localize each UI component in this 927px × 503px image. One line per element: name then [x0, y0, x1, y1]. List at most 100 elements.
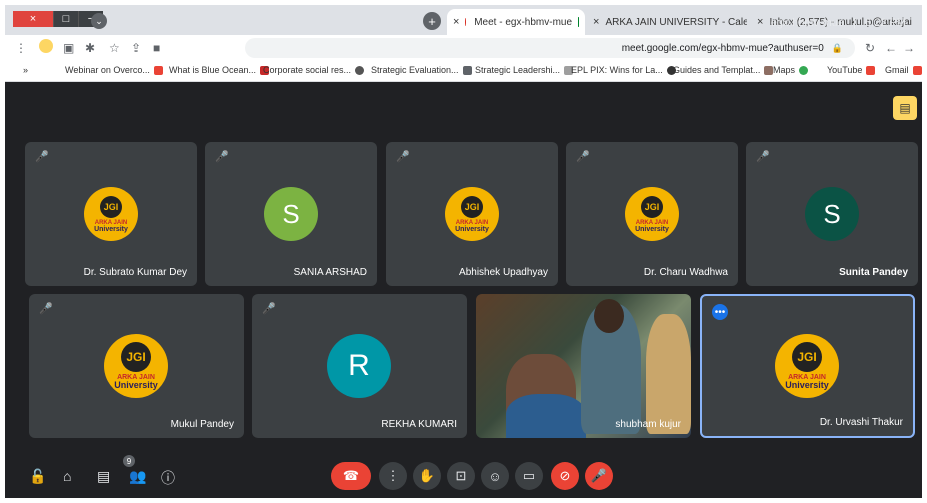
camera-off-button[interactable]: ⊘: [551, 462, 579, 490]
tab-close-icon[interactable]: ×: [757, 16, 763, 28]
bookmark-strategic-eval[interactable]: Strategic Evaluation...: [371, 65, 472, 75]
bookmarks-bar: » Webinar on Overco... What is Blue Ocea…: [5, 61, 922, 82]
bookmarks-more[interactable]: »: [23, 65, 28, 75]
more-options-icon[interactable]: •••: [712, 304, 728, 320]
window-close-button[interactable]: ×: [13, 11, 53, 27]
tab-close-icon[interactable]: ×: [593, 16, 599, 28]
menu-dots-icon[interactable]: ⋮: [15, 41, 27, 55]
tab-label: ARKA JAIN UNIVERSITY - Calend: [605, 16, 747, 28]
logo-mark: JGI: [121, 342, 151, 372]
bookmark-guides[interactable]: Guides and Templat...: [673, 65, 774, 75]
people-count-badge: 9: [123, 455, 135, 467]
bookmark-blue-ocean[interactable]: What is Blue Ocean...: [169, 65, 270, 75]
bookmark-label: Strategic Evaluation...: [371, 65, 459, 75]
meeting-info: egx-hbmv-mue | 6:22 PM: [771, 17, 906, 29]
logo-mark: JGI: [100, 195, 122, 218]
window-maximize-button[interactable]: □: [53, 11, 78, 27]
bookmark-csr[interactable]: Corporate social res...: [263, 65, 365, 75]
tab-search-icon[interactable]: ⌄: [91, 13, 107, 29]
participant-name: Dr. Subrato Kumar Dey: [83, 267, 187, 278]
window-controls: × □ −: [13, 11, 103, 27]
extensions-icon[interactable]: ✱: [85, 41, 95, 55]
maps-icon: [799, 65, 809, 75]
bookmark-strategic-lead[interactable]: Strategic Leadershi...: [475, 65, 574, 75]
university-logo: JGI ARKA JAIN University: [104, 334, 168, 398]
address-bar[interactable]: meet.google.com/egx-hbmv-mue?authuser=0 …: [245, 38, 855, 58]
participant-name: SANIA ARSHAD: [293, 267, 367, 278]
logo-mark: JGI: [641, 195, 663, 218]
bookmark-epl[interactable]: EPL PIX: Wins for La...: [571, 65, 676, 75]
logo-line2: University: [94, 225, 128, 233]
bookmark-gmail[interactable]: Gmail: [885, 65, 922, 75]
participant-tile[interactable]: 🎤 S SANIA ARSHAD: [205, 142, 377, 286]
participant-name: REKHA KUMARI: [381, 419, 457, 430]
video-person-shirt: [506, 394, 586, 438]
participant-tile[interactable]: 🎤 S Sunita Pandey: [746, 142, 918, 286]
mic-muted-icon: 🎤: [39, 303, 53, 315]
participant-tile[interactable]: 🎤 JGI ARKA JAIN University Dr. Subrato K…: [25, 142, 197, 286]
bookmark-label: YouTube: [827, 65, 863, 75]
avatar: S: [805, 187, 859, 241]
more-options-button[interactable]: ⋮: [379, 462, 407, 490]
people-icon[interactable]: 👥: [129, 468, 146, 485]
reload-icon[interactable]: ↻: [865, 41, 875, 55]
participant-name: shubham kujur: [615, 419, 681, 430]
participant-tile[interactable]: 🎤 JGI ARKA JAIN University Abhishek Upad…: [386, 142, 558, 286]
participant-tile-active[interactable]: ••• JGI ARKA JAIN University Dr. Urvashi…: [700, 294, 915, 438]
sidebar-icon[interactable]: ▣: [63, 41, 74, 55]
participant-name: Dr. Urvashi Thakur: [819, 417, 903, 428]
bookmark-youtube[interactable]: YouTube: [827, 65, 876, 75]
logo-line2: University: [635, 225, 669, 233]
video-person: [646, 314, 691, 434]
participant-tile[interactable]: 🎤 JGI ARKA JAIN University Dr. Charu Wad…: [566, 142, 738, 286]
separator: |: [853, 17, 856, 29]
tab-label: Meet - egx-hbmv-mue: [474, 16, 573, 28]
reactions-button[interactable]: ☺: [481, 462, 509, 490]
avatar: S: [264, 187, 318, 241]
bookmark-webinar[interactable]: Webinar on Overco...: [65, 65, 163, 75]
leave-call-button[interactable]: ☎: [331, 462, 371, 490]
bookmark-maps[interactable]: Maps: [773, 65, 809, 75]
back-icon[interactable]: ←: [885, 41, 897, 55]
profile-avatar[interactable]: [39, 39, 53, 53]
activities-icon[interactable]: ⌂: [63, 468, 71, 484]
share-icon[interactable]: ⇪: [131, 41, 141, 55]
bookmark-label: What is Blue Ocean...: [169, 65, 257, 75]
raise-hand-button[interactable]: ✋: [413, 462, 441, 490]
presentation-icon[interactable]: ▤: [893, 96, 917, 120]
browser-window: × □ − ⌄ + × Meet - egx-hbmv-mue × ARKA J…: [5, 5, 922, 498]
avatar: R: [327, 334, 391, 398]
meeting-time: 6:22 PM: [865, 17, 906, 29]
university-logo: JGI ARKA JAIN University: [775, 334, 839, 398]
tab-close-icon[interactable]: ×: [453, 16, 459, 28]
mic-muted-icon: 🎤: [396, 151, 410, 163]
logo-mark: JGI: [461, 195, 483, 218]
mic-off-button[interactable]: 🎤: [585, 462, 613, 490]
university-logo: JGI ARKA JAIN University: [625, 187, 679, 241]
forward-icon[interactable]: →: [903, 41, 915, 55]
participant-tile[interactable]: 🎤 R REKHA KUMARI: [252, 294, 467, 438]
tab-meet[interactable]: × Meet - egx-hbmv-mue: [447, 9, 585, 35]
participant-video-tile[interactable]: shubham kujur: [476, 294, 691, 438]
new-tab-button[interactable]: +: [423, 12, 441, 30]
logo-line2: University: [455, 225, 489, 233]
chat-icon[interactable]: ▤: [97, 468, 110, 485]
meet-favicon-icon: [578, 17, 579, 27]
bookmark-star-icon[interactable]: ☆: [109, 41, 120, 55]
participant-tile[interactable]: 🎤 JGI ARKA JAIN University Mukul Pandey: [29, 294, 244, 438]
bookmark-label: Corporate social res...: [263, 65, 352, 75]
participant-name: Mukul Pandey: [170, 419, 234, 430]
meeting-code: egx-hbmv-mue: [770, 17, 845, 29]
bookmark-label: Maps: [773, 65, 796, 75]
recording-dot-icon: [465, 18, 467, 26]
camera-icon[interactable]: ■: [153, 41, 160, 55]
mic-muted-icon: 🎤: [576, 151, 590, 163]
meeting-details-icon[interactable]: ⓘ: [161, 468, 175, 488]
host-controls-icon[interactable]: 🔓: [29, 468, 46, 485]
captions-button[interactable]: ▭: [515, 462, 543, 490]
logo-line2: University: [114, 380, 158, 390]
url-text: meet.google.com/egx-hbmv-mue?authuser=0: [621, 42, 824, 54]
tab-calendar[interactable]: × ARKA JAIN UNIVERSITY - Calend: [587, 9, 747, 35]
present-button[interactable]: ⊡: [447, 462, 475, 490]
bookmark-label: Guides and Templat...: [673, 65, 761, 75]
